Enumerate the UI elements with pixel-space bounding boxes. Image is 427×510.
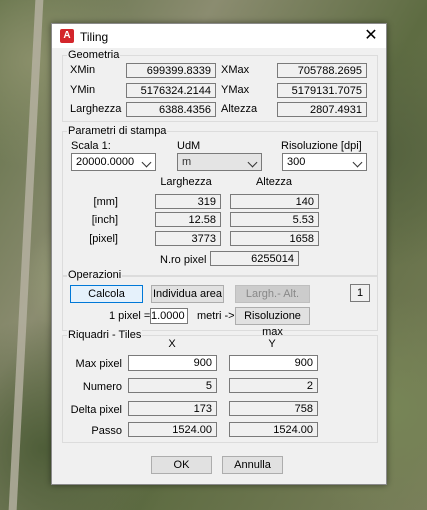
col-altezza-header: Altezza	[255, 176, 293, 188]
numero-label: Numero	[82, 381, 122, 393]
risoluzione-select[interactable]: 300	[282, 153, 367, 171]
larghezza-field: 6388.4356	[126, 102, 216, 117]
max-pixel-x-input[interactable]: 900	[128, 355, 217, 371]
col-x-header: X	[168, 338, 176, 350]
app-logo-icon: A	[60, 29, 74, 43]
window-title: Tiling	[80, 30, 109, 44]
calcola-button[interactable]: Calcola	[70, 285, 143, 303]
tiling-dialog: A Tiling ✕ Geometria XMin 699399.8339 XM…	[51, 23, 387, 485]
mm-height-field: 140	[230, 194, 319, 209]
operazioni-count: 1	[350, 284, 370, 302]
delta-pixel-x-field: 173	[128, 401, 217, 416]
col-larghezza-header: Larghezza	[160, 176, 212, 188]
annulla-button[interactable]: Annulla	[222, 456, 283, 474]
mm-width-field: 319	[155, 194, 221, 209]
ymax-label: YMax	[221, 84, 250, 96]
mm-label: [mm]	[93, 196, 118, 208]
xmin-label: XMin	[70, 64, 96, 76]
title-bar: A Tiling ✕	[52, 24, 386, 48]
chevron-down-icon	[141, 157, 152, 168]
operazioni-group	[62, 275, 378, 331]
pixel-label: [pixel]	[89, 233, 118, 245]
altezza-field: 2807.4931	[277, 102, 367, 117]
inch-width-field: 12.58	[155, 212, 221, 227]
udm-select[interactable]: m	[177, 153, 262, 171]
operazioni-label: Operazioni	[67, 269, 123, 281]
max-pixel-label: Max pixel	[75, 358, 122, 370]
passo-label: Passo	[91, 425, 122, 437]
xmax-field: 705788.2695	[277, 63, 367, 78]
risoluzione-value: 300	[287, 156, 306, 168]
pixel-width-field: 3773	[155, 231, 221, 246]
passo-x-field: 1524.00	[128, 422, 217, 437]
scala-label: Scala 1:	[71, 140, 111, 152]
max-pixel-y-input[interactable]: 900	[229, 355, 318, 371]
close-icon[interactable]: ✕	[356, 24, 386, 48]
inch-label: [inch]	[91, 214, 118, 226]
passo-y-field: 1524.00	[229, 422, 318, 437]
npixel-field: 6255014	[210, 251, 299, 266]
pixel-eq-input[interactable]: 1.0000	[150, 308, 188, 324]
numero-y-field: 2	[229, 378, 318, 393]
metri-label: metri ->	[197, 310, 235, 322]
geometria-label: Geometria	[67, 49, 121, 61]
xmin-field: 699399.8339	[126, 63, 216, 78]
scala-value: 20000.0000	[76, 156, 135, 168]
chevron-down-icon	[352, 157, 363, 168]
altezza-label: Altezza	[221, 103, 258, 115]
ymin-field: 5176324.2144	[126, 83, 216, 98]
udm-label: UdM	[177, 140, 201, 152]
ymin-label: YMin	[70, 84, 96, 96]
udm-value: m	[182, 156, 192, 168]
xmax-label: XMax	[221, 64, 250, 76]
inch-height-field: 5.53	[230, 212, 319, 227]
chevron-down-icon	[247, 157, 258, 168]
pixel-height-field: 1658	[230, 231, 319, 246]
parametri-label: Parametri di stampa	[67, 125, 168, 137]
risoluzione-max-button[interactable]: Risoluzione max	[235, 307, 310, 338]
largh-alt-button[interactable]: Largh.- Alt.	[235, 285, 310, 303]
larghezza-label: Larghezza	[70, 103, 122, 115]
npixel-label: N.ro pixel	[160, 254, 207, 266]
scala-select[interactable]: 20000.0000	[71, 153, 156, 171]
ymax-field: 5179131.7075	[277, 83, 367, 98]
pixel-eq-label: 1 pixel =	[109, 310, 151, 322]
individua-area-button[interactable]: Individua area	[151, 285, 224, 303]
numero-x-field: 5	[128, 378, 217, 393]
riquadri-label: Riquadri - Tiles	[67, 329, 143, 341]
risoluzione-label: Risoluzione [dpi]	[281, 140, 362, 152]
ok-button[interactable]: OK	[151, 456, 212, 474]
delta-pixel-label: Delta pixel	[70, 404, 122, 416]
delta-pixel-y-field: 758	[229, 401, 318, 416]
col-y-header: Y	[268, 338, 276, 350]
